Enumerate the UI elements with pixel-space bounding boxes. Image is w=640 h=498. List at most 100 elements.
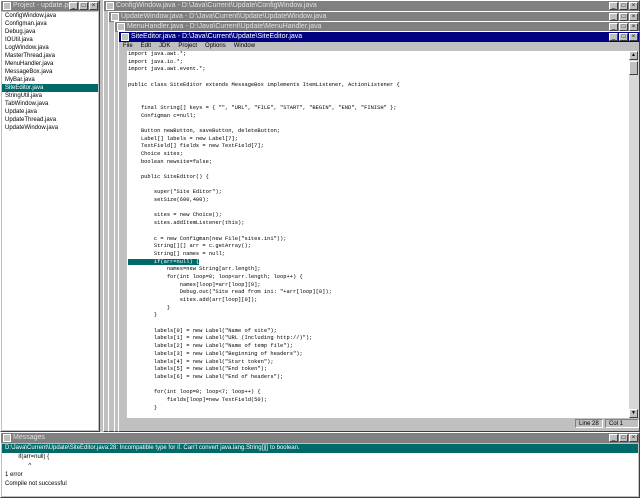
code-line[interactable]: Choice sites; (128, 151, 630, 159)
code-line[interactable]: Button newButton, saveButton, deleteButt… (128, 128, 630, 136)
messages-titlebar[interactable]: Messages _ □ × (1, 433, 639, 443)
close-button[interactable]: × (629, 434, 638, 442)
code-line[interactable]: sites.addItemListener(this); (128, 220, 630, 228)
message-line[interactable]: D:\Java\Current\Update\SiteEditor.java:2… (2, 444, 638, 453)
menu-options[interactable]: Options (205, 42, 226, 51)
file-list-item[interactable]: MenuHandler.java (2, 60, 98, 68)
code-line[interactable]: names[loop]=arr[loop][0]; (128, 282, 630, 290)
code-line[interactable]: super("Site Editor"); (128, 189, 630, 197)
message-line[interactable]: Compile not successful (2, 480, 638, 489)
siteeditor-titlebar[interactable]: SiteEditor.java - D:\Java\Current\Update… (119, 32, 639, 42)
app-icon[interactable] (3, 2, 11, 10)
file-list-item[interactable]: ConfigWindow.java (2, 12, 98, 20)
file-list-item[interactable]: IOUtil.java (2, 36, 98, 44)
code-line[interactable]: public class SiteEditor extends MessageB… (128, 82, 630, 90)
code-line[interactable]: labels[5] = new Label("End token"); (128, 366, 630, 374)
code-line[interactable]: Configman c=null; (128, 113, 630, 121)
code-line[interactable] (128, 74, 630, 82)
code-line[interactable]: } (128, 305, 630, 313)
code-line[interactable]: public SiteEditor() { (128, 174, 630, 182)
vertical-scrollbar[interactable]: ▲ ▼ (629, 51, 639, 418)
code-line[interactable]: String[][] arr = c.getArray(); (128, 243, 630, 251)
close-button[interactable]: × (629, 2, 638, 10)
code-line[interactable]: fields[loop]=new TextField(50); (128, 397, 630, 405)
configwindow-titlebar[interactable]: ConfigWindow.java - D:\Java\Current\Upda… (104, 1, 639, 11)
maximize-button[interactable]: □ (619, 13, 628, 21)
code-line[interactable]: names=new String[arr.length]; (128, 266, 630, 274)
message-line[interactable]: 1 error (2, 471, 638, 480)
code-line[interactable]: labels[3] = new Label("Beginning of head… (128, 351, 630, 359)
code-line[interactable]: } (128, 405, 630, 413)
maximize-button[interactable]: □ (619, 23, 628, 31)
code-line[interactable]: for(int loop=0; loop<7; loop++) { (128, 389, 630, 397)
code-line[interactable]: if(arr=null) { (128, 258, 630, 267)
scroll-down-arrow-icon[interactable]: ▼ (629, 409, 638, 418)
file-list-item[interactable]: StringUtil.java (2, 92, 98, 100)
close-button[interactable]: × (629, 13, 638, 21)
code-line[interactable]: TextField[] fields = new TextField[7]; (128, 143, 630, 151)
menu-edit[interactable]: Edit (141, 42, 151, 51)
minimize-button[interactable]: _ (609, 434, 618, 442)
messages-window[interactable]: Messages _ □ × D:\Java\Current\Update\Site… (0, 432, 640, 498)
code-line[interactable] (128, 120, 630, 128)
code-line[interactable]: labels[1] = new Label("URL (Including ht… (128, 335, 630, 343)
code-line[interactable]: Label[] labels = new Label[7]; (128, 136, 630, 144)
minimize-button[interactable]: _ (69, 2, 78, 10)
messages-list[interactable]: D:\Java\Current\Update\SiteEditor.java:2… (2, 444, 638, 496)
code-line[interactable]: } (128, 312, 630, 320)
file-list-item[interactable]: Configman.java (2, 20, 98, 28)
code-line[interactable] (128, 382, 630, 390)
code-line[interactable]: labels[6] = new Label("End of headers"); (128, 374, 630, 382)
project-file-list[interactable]: ConfigWindow.java Configman.java Debug.jav… (2, 12, 98, 430)
code-line[interactable] (128, 97, 630, 105)
code-line[interactable] (128, 182, 630, 190)
minimize-button[interactable]: _ (609, 13, 618, 21)
code-line[interactable]: import java.awt.event.*; (128, 66, 630, 74)
file-list-item[interactable]: Update.java (2, 108, 98, 116)
close-button[interactable]: × (629, 33, 638, 41)
project-window[interactable]: Project - update.prj _ □ × ConfigWindow.… (0, 0, 100, 432)
code-line[interactable]: String[] names = null; (128, 251, 630, 259)
maximize-button[interactable]: □ (619, 2, 628, 10)
code-line[interactable]: sites.add(arr[loop][0]); (128, 297, 630, 305)
close-button[interactable]: × (629, 23, 638, 31)
file-list-item[interactable]: MasterThread.java (2, 52, 98, 60)
file-list-item[interactable]: SiteEditor.java (2, 84, 98, 92)
code-editor[interactable]: import java.awt.*; import java.io.*; impor… (127, 51, 630, 418)
code-line[interactable]: sites = new Choice(); (128, 212, 630, 220)
close-button[interactable]: × (89, 2, 98, 10)
scroll-up-arrow-icon[interactable]: ▲ (629, 51, 638, 60)
maximize-button[interactable]: □ (79, 2, 88, 10)
menu-file[interactable]: File (123, 42, 133, 51)
code-line[interactable]: labels[2] = new Label("Name of temp file… (128, 343, 630, 351)
siteeditor-editor[interactable]: SiteEditor.java - D:\Java\Current\Update… (118, 31, 640, 432)
code-line[interactable]: boolean newsite=false; (128, 159, 630, 167)
minimize-button[interactable]: _ (609, 33, 618, 41)
code-line[interactable] (128, 228, 630, 236)
file-list-item[interactable]: TabWindow.java (2, 100, 98, 108)
code-line[interactable] (128, 320, 630, 328)
code-line[interactable]: import java.awt.*; (128, 51, 630, 59)
code-line[interactable]: c = new Configman(new File("sites.ini"))… (128, 236, 630, 244)
code-line[interactable]: labels[4] = new Label("Start token"); (128, 359, 630, 367)
code-line[interactable]: labels[0] = new Label("Name of site"); (128, 328, 630, 336)
code-line[interactable] (128, 205, 630, 213)
code-line[interactable]: Debug.out("Site read from ini: "+arr[loo… (128, 289, 630, 297)
file-list-item[interactable]: UpdateThread.java (2, 116, 98, 124)
menu-jdk[interactable]: JDK (159, 42, 170, 51)
minimize-button[interactable]: _ (609, 23, 618, 31)
file-list-item[interactable]: MyBar.java (2, 76, 98, 84)
code-line[interactable]: import java.io.*; (128, 59, 630, 67)
file-list-item[interactable]: MessageBox.java (2, 68, 98, 76)
maximize-button[interactable]: □ (619, 434, 628, 442)
file-list-item[interactable]: LogWindow.java (2, 44, 98, 52)
file-list-item[interactable]: UpdateWindow.java (2, 124, 98, 132)
project-titlebar[interactable]: Project - update.prj _ □ × (1, 1, 99, 11)
file-list-item[interactable]: Debug.java (2, 28, 98, 36)
menu-project[interactable]: Project (178, 42, 197, 51)
menu-window[interactable]: Window (234, 42, 255, 51)
message-line[interactable]: ^ (2, 462, 638, 471)
code-line[interactable] (128, 89, 630, 97)
scroll-thumb[interactable] (629, 61, 638, 75)
minimize-button[interactable]: _ (609, 2, 618, 10)
